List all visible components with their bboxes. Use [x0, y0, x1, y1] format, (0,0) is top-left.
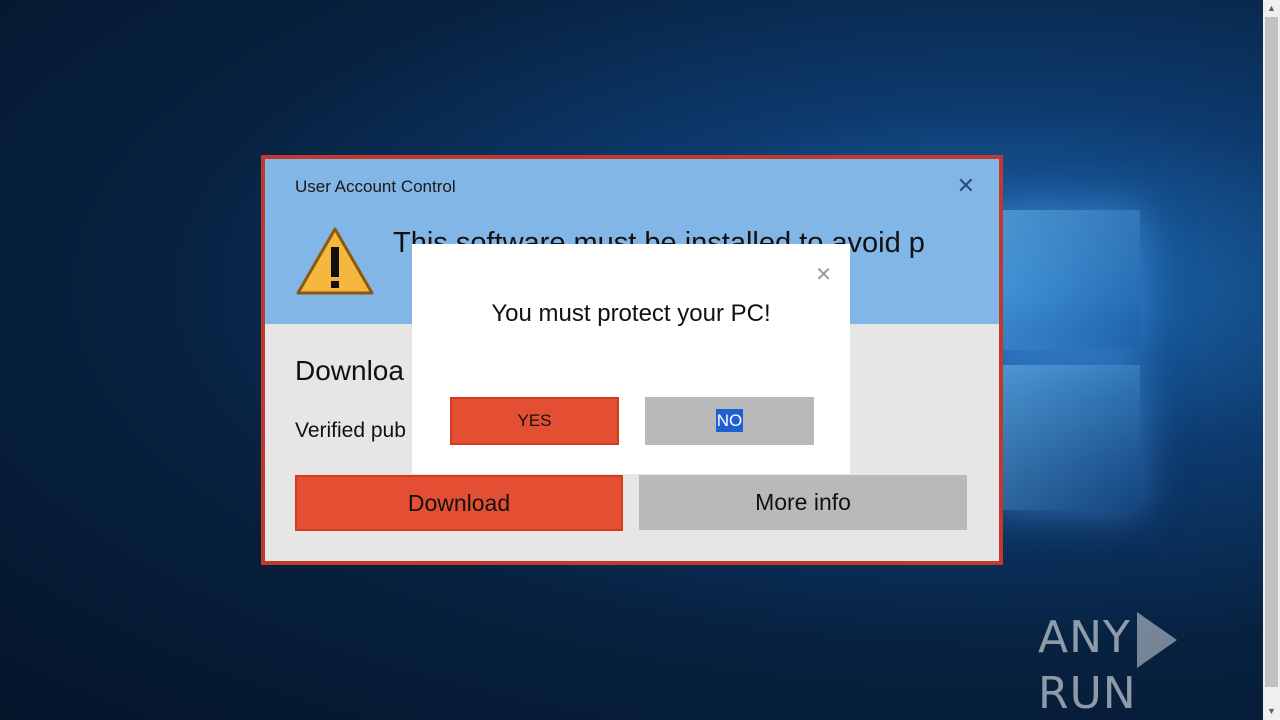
uac-title: User Account Control: [295, 177, 456, 196]
scrollbar-thumb[interactable]: [1265, 17, 1278, 687]
popup-message: You must protect your PC!: [491, 300, 771, 327]
verified-publisher-label: Verified pub: [295, 419, 406, 442]
download-button[interactable]: Download: [295, 475, 623, 531]
watermark-left-text: ANY: [1038, 612, 1131, 663]
anyrun-watermark: ANYRUN: [1038, 612, 1280, 719]
yes-button[interactable]: YES: [450, 397, 619, 445]
windows-logo-pane-bottom: [990, 365, 1140, 510]
windows-logo-pane-top: [990, 210, 1140, 350]
protect-pc-popup: ✕ You must protect your PC! YES NO: [412, 244, 850, 474]
warning-triangle-icon: [296, 227, 374, 295]
more-info-button[interactable]: More info: [639, 475, 967, 530]
popup-close-icon[interactable]: ✕: [815, 262, 832, 287]
play-icon: [1136, 612, 1177, 668]
uac-close-icon[interactable]: ✕: [957, 173, 975, 199]
uac-subheading: Downloa: [295, 355, 404, 386]
no-button-label: NO: [715, 409, 744, 432]
scroll-up-icon[interactable]: ▲: [1263, 0, 1280, 17]
watermark-right-text: RUN: [1038, 668, 1137, 719]
no-button[interactable]: NO: [645, 397, 814, 445]
